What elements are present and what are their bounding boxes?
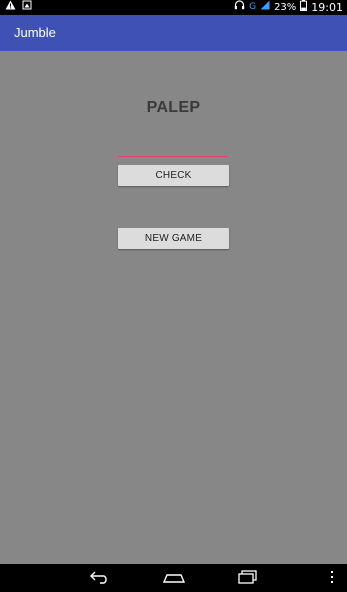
app-screen: G 23% 19:01 Jumble PALEP CHECK NEW GAME (0, 0, 347, 592)
status-right: G 23% 19:01 (234, 0, 343, 15)
recent-apps-button[interactable] (234, 568, 262, 588)
battery-percent: 23% (274, 2, 297, 13)
home-icon (162, 569, 186, 588)
answer-input[interactable] (118, 138, 228, 157)
jumbled-word: PALEP (146, 99, 201, 116)
app-title: Jumble (14, 25, 56, 40)
battery-icon (300, 0, 308, 16)
status-left (5, 0, 32, 15)
network-type-label: G (249, 2, 257, 12)
overflow-menu-button[interactable] (322, 568, 342, 588)
overflow-menu-icon (330, 569, 334, 588)
check-button[interactable]: CHECK (118, 165, 229, 186)
back-icon (89, 569, 111, 588)
back-button[interactable] (86, 568, 114, 588)
signal-icon (260, 0, 270, 15)
home-button[interactable] (160, 568, 188, 588)
recent-apps-icon (237, 569, 259, 588)
navigation-bar (0, 564, 347, 592)
headphones-icon (234, 0, 245, 15)
notification-icon (22, 0, 32, 15)
status-bar: G 23% 19:01 (0, 0, 347, 15)
app-bar: Jumble (0, 15, 347, 51)
new-game-button[interactable]: NEW GAME (118, 228, 229, 249)
clock: 19:01 (311, 1, 343, 14)
warning-icon (5, 0, 16, 15)
